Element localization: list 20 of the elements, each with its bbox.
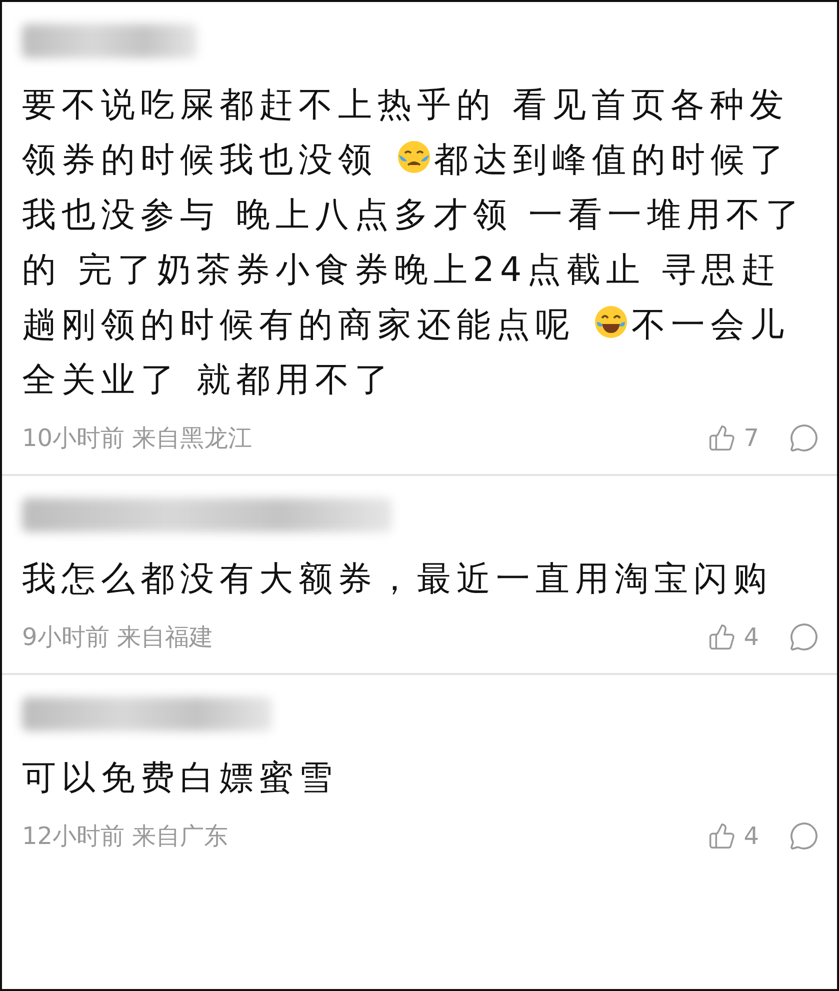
- comment-meta: 9小时前 来自福建: [22, 622, 214, 653]
- reply-button[interactable]: [789, 622, 819, 652]
- reply-button[interactable]: [789, 423, 819, 453]
- speech-bubble-icon: [789, 622, 819, 652]
- speech-bubble-icon: [789, 821, 819, 851]
- thumbs-up-icon: [708, 822, 736, 850]
- like-button[interactable]: 4: [708, 623, 759, 651]
- laughing-face-icon: [593, 304, 630, 340]
- thumbs-up-icon: [708, 424, 736, 452]
- like-button[interactable]: 4: [708, 822, 759, 850]
- comment-text: 我怎么都没有大额券，最近一直用淘宝闪购: [22, 558, 774, 601]
- comment-meta: 12小时前 来自广东: [22, 821, 230, 852]
- comment-meta: 10小时前 来自黑龙江: [22, 423, 254, 454]
- like-button[interactable]: 7: [708, 424, 759, 452]
- comment-text: 要不说吃屎都赶不上热乎的 看见首页各种发领券的时候我也没领 都达到峰值的时候了我也没参与 晚上八点多才领 一看一堆用不了的 完了奶茶券小食券晚上24点截止 寻思赶趟刚领的时候有的商家还能点呢 不一会儿全关业了 就都用不了: [22, 84, 806, 402]
- thumbs-up-icon: [708, 623, 736, 651]
- speech-bubble-icon: [789, 423, 819, 453]
- reply-button[interactable]: [789, 821, 819, 851]
- crying-face-icon: [396, 139, 432, 175]
- comment-text: 可以免费白嫖蜜雪: [22, 757, 339, 800]
